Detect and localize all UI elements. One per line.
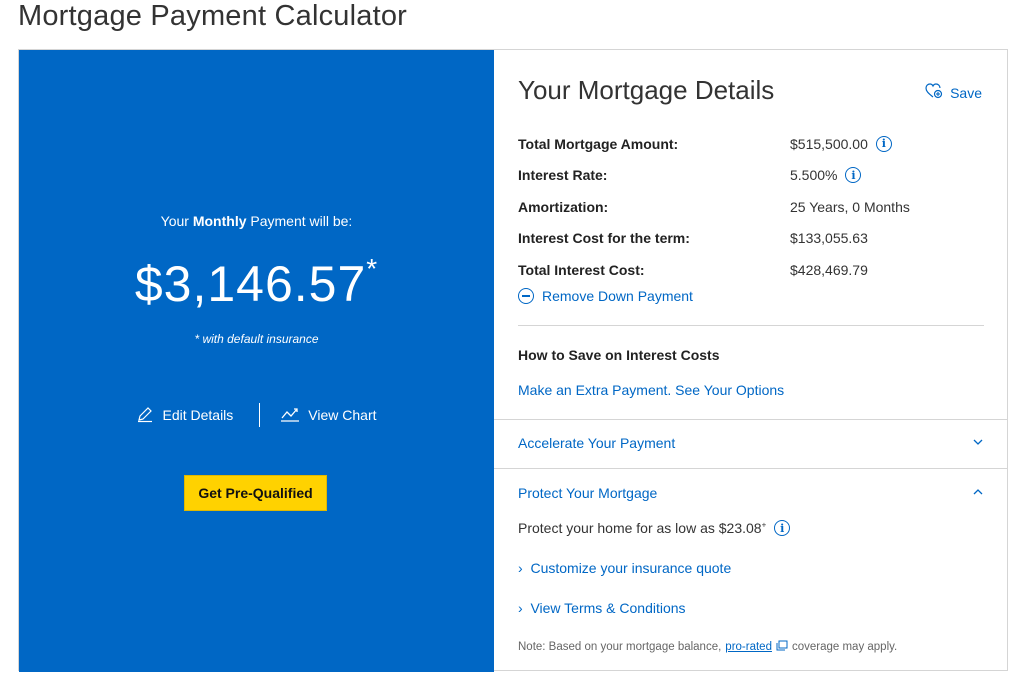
payment-label-prefix: Your <box>160 213 193 229</box>
detail-row-interest-term: Interest Cost for the term: $133,055.63 <box>518 223 988 255</box>
customize-insurance-label: Customize your insurance quote <box>530 560 732 576</box>
minus-circle-icon <box>518 288 534 304</box>
divider <box>259 403 261 427</box>
detail-label: Interest Rate: <box>518 167 608 184</box>
protect-home-value: Protect your home for as low as $23.08 <box>518 520 762 536</box>
detail-value: $515,500.00 <box>790 135 868 152</box>
details-title: Your Mortgage Details <box>518 75 775 105</box>
accelerate-payment-accordion[interactable]: Accelerate Your Payment <box>518 435 984 451</box>
payment-summary-panel: Your Monthly Payment will be: $3,146.57*… <box>19 50 494 672</box>
protect-home-text: Protect your home for as low as $23.08+ … <box>518 520 791 536</box>
heart-add-icon <box>925 83 943 102</box>
summary-actions: Edit Details View Chart <box>19 403 494 427</box>
detail-row-total-interest: Total Interest Cost: $428,469.79 <box>518 254 988 286</box>
divider <box>494 419 1008 420</box>
insurance-note: * with default insurance <box>194 332 319 346</box>
monthly-payment-amount: $3,146.57* <box>19 253 494 313</box>
payment-label-bold: Monthly <box>192 213 247 229</box>
detail-row-interest-rate: Interest Rate: 5.500% i <box>518 160 988 192</box>
chevron-right-icon: › <box>518 560 523 576</box>
customize-insurance-link[interactable]: › Customize your insurance quote <box>518 560 731 576</box>
accelerate-payment-label: Accelerate Your Payment <box>518 435 676 451</box>
page-title: Mortgage Payment Calculator <box>18 0 408 32</box>
terms-conditions-label: View Terms & Conditions <box>530 600 686 616</box>
chevron-right-icon: › <box>518 600 523 616</box>
pencil-icon <box>136 405 154 426</box>
extra-payment-link[interactable]: Make an Extra Payment. See Your Options <box>518 382 784 398</box>
payment-label-suffix: Payment will be: <box>246 213 353 229</box>
external-link-icon <box>776 640 788 654</box>
payment-amount-value: $3,146.57 <box>134 256 367 312</box>
detail-value: 25 Years, 0 Months <box>790 198 910 215</box>
info-icon[interactable]: i <box>875 135 892 152</box>
view-chart-button[interactable]: View Chart <box>280 406 377 425</box>
info-icon[interactable]: i <box>845 167 862 184</box>
detail-row-amortization: Amortization: 25 Years, 0 Months <box>518 191 988 223</box>
protect-home-sup: + <box>761 520 767 530</box>
calculator-card: Your Monthly Payment will be: $3,146.57*… <box>18 49 1008 672</box>
detail-label: Total Mortgage Amount: <box>518 135 679 152</box>
payment-asterisk: * <box>366 253 379 284</box>
mortgage-details-panel: Your Mortgage Details Save Total Mortgag… <box>494 50 1008 670</box>
detail-value: $428,469.79 <box>790 261 868 278</box>
coverage-note: Note: Based on your mortgage balance, pr… <box>518 640 897 654</box>
detail-label: Total Interest Cost: <box>518 261 645 278</box>
chevron-down-icon <box>972 435 984 451</box>
get-pre-qualified-button[interactable]: Get Pre-Qualified <box>184 475 327 511</box>
detail-value: $133,055.63 <box>790 230 868 247</box>
edit-details-label: Edit Details <box>162 407 234 423</box>
details-list: Total Mortgage Amount: $515,500.00 i Inte… <box>518 128 988 286</box>
info-icon[interactable]: i <box>774 520 791 536</box>
divider <box>494 468 1008 469</box>
view-chart-label: View Chart <box>308 407 377 423</box>
protect-mortgage-label: Protect Your Mortgage <box>518 485 658 501</box>
save-interest-heading: How to Save on Interest Costs <box>518 347 720 363</box>
detail-label: Amortization: <box>518 198 609 215</box>
detail-row-total-mortgage: Total Mortgage Amount: $515,500.00 i <box>518 128 988 160</box>
edit-details-button[interactable]: Edit Details <box>136 405 233 426</box>
note-suffix: coverage may apply. <box>791 641 898 653</box>
detail-label: Interest Cost for the term: <box>518 230 690 247</box>
remove-down-payment-button[interactable]: Remove Down Payment <box>518 288 693 304</box>
remove-down-payment-label: Remove Down Payment <box>542 288 693 304</box>
protect-mortgage-accordion[interactable]: Protect Your Mortgage <box>518 485 984 501</box>
save-button[interactable]: Save <box>925 83 982 102</box>
pro-rated-link[interactable]: pro-rated <box>725 641 772 653</box>
save-label: Save <box>950 84 982 101</box>
terms-conditions-link[interactable]: › View Terms & Conditions <box>518 600 686 616</box>
detail-value: 5.500% <box>790 167 838 184</box>
note-prefix: Note: Based on your mortgage balance, <box>518 641 722 653</box>
chevron-up-icon <box>972 485 984 501</box>
line-chart-icon <box>280 406 300 425</box>
divider <box>518 325 984 326</box>
payment-label: Your Monthly Payment will be: <box>19 213 494 229</box>
